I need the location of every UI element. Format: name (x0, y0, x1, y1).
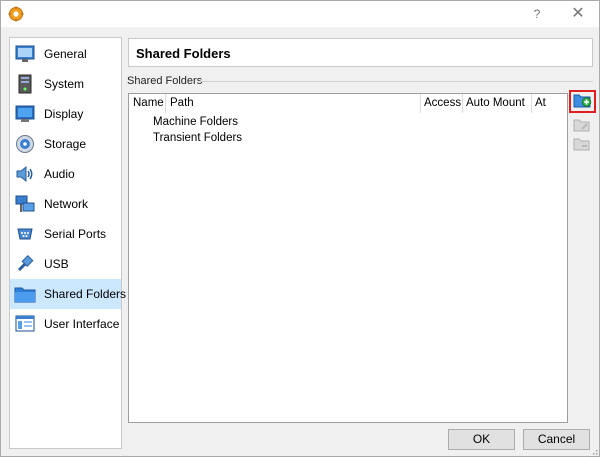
sidebar-item-user-interface[interactable]: User Interface (10, 309, 121, 339)
network-icon (14, 193, 36, 215)
settings-sidebar: General System Display Storage Audio Net… (9, 37, 126, 449)
sidebar-item-label: Network (44, 197, 89, 211)
edit-shared-folder-button[interactable] (572, 116, 591, 135)
title-bar: ? ✕ (1, 1, 599, 27)
sidebar-item-audio[interactable]: Audio (10, 159, 121, 189)
sidebar-item-label: USB (44, 257, 69, 271)
table-row[interactable]: Machine Folders (153, 116, 238, 128)
sidebar-item-system[interactable]: System (10, 69, 121, 99)
general-icon (14, 43, 36, 65)
table-row[interactable]: Transient Folders (153, 132, 242, 144)
edit-shared-folder-icon (573, 117, 590, 135)
column-header-name[interactable]: Name (129, 94, 165, 113)
display-icon (14, 103, 36, 125)
add-shared-folder-button[interactable] (569, 90, 596, 113)
close-button[interactable]: ✕ (567, 5, 589, 23)
system-icon (14, 73, 36, 95)
sidebar-item-label: System (44, 77, 85, 91)
settings-window: ? ✕ General System Display Storage Audio… (0, 0, 600, 457)
sidebar-item-serial-ports[interactable]: Serial Ports (10, 219, 121, 249)
storage-icon (14, 133, 36, 155)
help-button[interactable]: ? (526, 5, 548, 23)
column-header-access[interactable]: Access (420, 94, 462, 113)
sidebar-item-general[interactable]: General (10, 39, 121, 69)
sidebar-item-label: Shared Folders (44, 287, 127, 301)
cancel-button[interactable]: Cancel (523, 429, 590, 450)
sidebar-item-label: Audio (44, 167, 75, 181)
sidebar-item-label: Serial Ports (44, 227, 107, 241)
shared-folders-icon (14, 283, 36, 305)
sidebar-item-label: Display (44, 107, 84, 121)
sidebar-item-storage[interactable]: Storage (10, 129, 121, 159)
audio-icon (14, 163, 36, 185)
page-title: Shared Folders (136, 46, 231, 61)
sidebar-item-label: User Interface (44, 317, 120, 331)
virtualbox-gear-icon (8, 6, 24, 22)
sidebar-item-usb[interactable]: USB (10, 249, 121, 279)
shared-folders-table[interactable]: Name Path Access Auto Mount At Machine F… (128, 93, 568, 423)
sidebar-item-display[interactable]: Display (10, 99, 121, 129)
ok-button[interactable]: OK (448, 429, 515, 450)
divider (199, 81, 593, 82)
group-label: Shared Folders (127, 75, 203, 87)
user-interface-icon (14, 313, 36, 335)
sidebar-item-label: General (44, 47, 87, 61)
page-header: Shared Folders (128, 38, 593, 67)
sidebar-item-network[interactable]: Network (10, 189, 121, 219)
sidebar-item-label: Storage (44, 137, 87, 151)
sidebar-item-shared-folders[interactable]: Shared Folders (10, 279, 126, 309)
remove-shared-folder-button[interactable] (572, 135, 591, 154)
column-header-at[interactable]: At (531, 94, 567, 113)
resize-grip-icon[interactable] (590, 447, 598, 457)
add-shared-folder-icon (573, 92, 592, 111)
column-header-auto-mount[interactable]: Auto Mount (462, 94, 531, 113)
remove-shared-folder-icon (573, 136, 590, 154)
usb-icon (14, 253, 36, 275)
serial-ports-icon (14, 223, 36, 245)
column-header-path[interactable]: Path (166, 94, 420, 113)
